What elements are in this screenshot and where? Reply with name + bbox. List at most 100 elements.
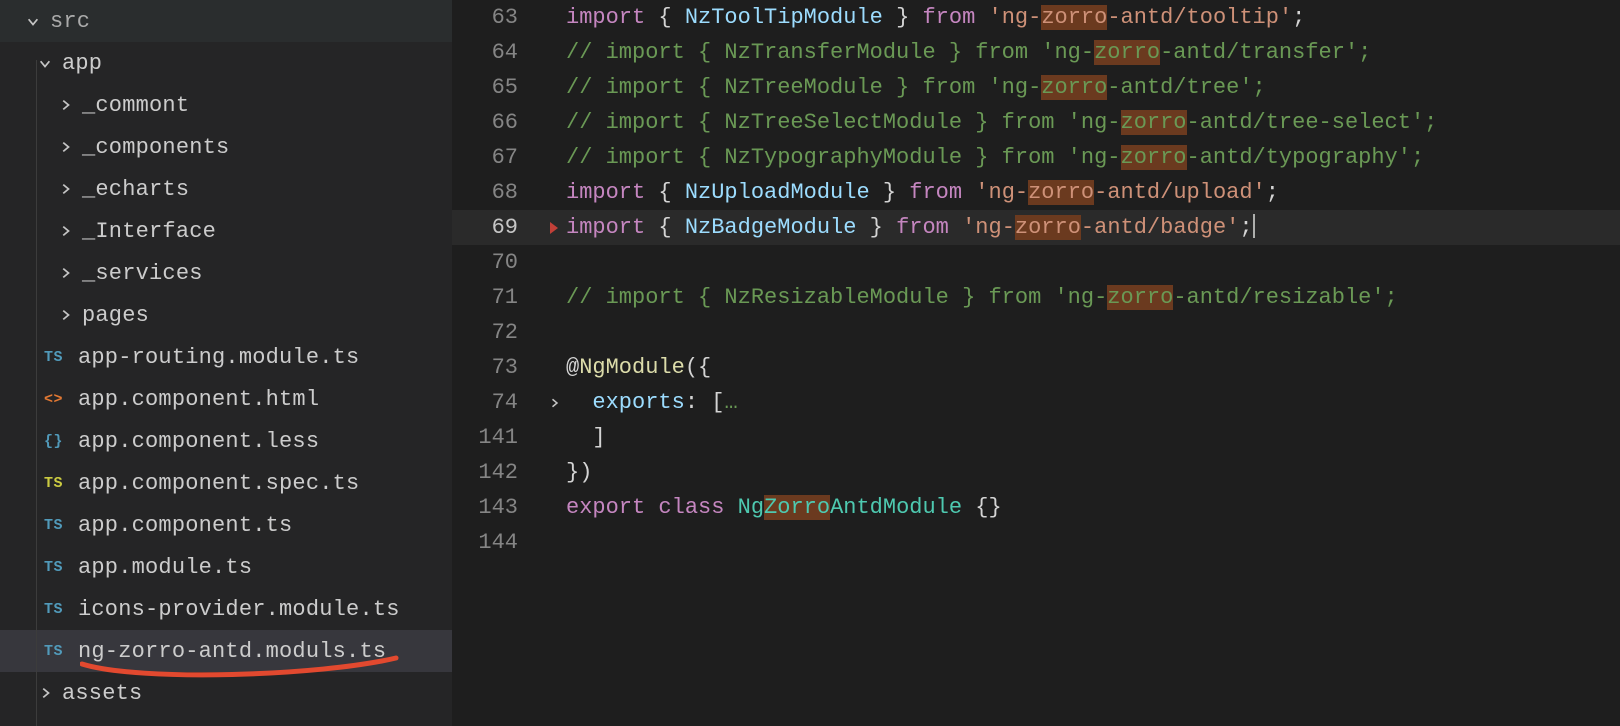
chevron-right-icon: [54, 140, 76, 154]
file-type-icon: TS: [44, 643, 72, 660]
folder-src[interactable]: src: [0, 0, 452, 42]
line-number: 69: [452, 210, 542, 245]
file-app-routing.module.ts[interactable]: TS app-routing.module.ts: [0, 336, 452, 378]
token: -antd/tooltip': [1107, 5, 1292, 30]
token: }: [870, 180, 910, 205]
chevron-down-icon: [26, 10, 40, 32]
code-content[interactable]: ]: [566, 420, 606, 455]
code-content[interactable]: @NgModule({: [566, 350, 711, 385]
code-line[interactable]: 69 import { NzBadgeModule } from 'ng-zorr…: [452, 210, 1620, 245]
token: zorro: [1041, 5, 1107, 30]
file-ng-zorro-antd.moduls.ts[interactable]: TSng-zorro-antd.moduls.ts: [0, 630, 452, 672]
code-line[interactable]: 72: [452, 315, 1620, 350]
code-content[interactable]: import { NzBadgeModule } from 'ng-zorro-…: [566, 210, 1255, 245]
code-content[interactable]: // import { NzTypographyModule } from 'n…: [566, 140, 1424, 175]
folder-label: _Interface: [82, 219, 216, 244]
folder-_commont[interactable]: _commont: [0, 84, 452, 126]
code-line[interactable]: 143export class NgZorroAntdModule {}: [452, 490, 1620, 525]
code-content[interactable]: import { NzToolTipModule } from 'ng-zorr…: [566, 0, 1305, 35]
file-label: icons-provider.module.ts: [78, 597, 400, 622]
line-number: 142: [452, 455, 542, 490]
file-app.component.ts[interactable]: TSapp.component.ts: [0, 504, 452, 546]
folder-label: app: [62, 51, 102, 76]
token: zorro: [1041, 75, 1107, 100]
token: from: [896, 215, 949, 240]
file-type-icon: TS: [44, 475, 72, 492]
token: import: [566, 180, 645, 205]
file-label: app.component.less: [78, 429, 319, 454]
code-content[interactable]: export class NgZorroAntdModule {}: [566, 490, 1002, 525]
folder-_services[interactable]: _services: [0, 252, 452, 294]
code-line[interactable]: 64 // import { NzTransferModule } from 'n…: [452, 35, 1620, 70]
code-content[interactable]: import { NzUploadModule } from 'ng-zorro…: [566, 175, 1279, 210]
file-app.module.ts[interactable]: TSapp.module.ts: [0, 546, 452, 588]
token: NgModule: [579, 355, 685, 380]
code-content[interactable]: // import { NzResizableModule } from 'ng…: [566, 280, 1398, 315]
code-line[interactable]: 66// import { NzTreeSelectModule } from …: [452, 105, 1620, 140]
token: // import { NzResizableModule } from 'ng…: [566, 285, 1107, 310]
folder-_echarts[interactable]: _echarts: [0, 168, 452, 210]
token: Zorro: [764, 495, 830, 520]
code-line[interactable]: 68import { NzUploadModule } from 'ng-zor…: [452, 175, 1620, 210]
chevron-right-icon: [54, 266, 76, 280]
folder-label: _services: [82, 261, 203, 286]
file-label: app.component.ts: [78, 513, 292, 538]
file-explorer[interactable]: src app _commont_components_echarts _Inte…: [0, 0, 452, 726]
code-content[interactable]: }): [566, 455, 592, 490]
token: zorro: [1121, 145, 1187, 170]
code-line[interactable]: 70: [452, 245, 1620, 280]
file-icons-provider.module.ts[interactable]: TSicons-provider.module.ts: [0, 588, 452, 630]
code-content[interactable]: // import { NzTreeSelectModule } from 'n…: [566, 105, 1437, 140]
folder-_Interface[interactable]: _Interface: [0, 210, 452, 252]
token: : [: [685, 390, 725, 415]
folder-_components[interactable]: _components: [0, 126, 452, 168]
token: ;: [1266, 180, 1279, 205]
token: -antd/resizable';: [1173, 285, 1397, 310]
code-content[interactable]: // import { NzTreeModule } from 'ng-zorr…: [566, 70, 1266, 105]
line-number: 74: [452, 385, 542, 420]
code-line[interactable]: 71 // import { NzResizableModule } from '…: [452, 280, 1620, 315]
token: [975, 5, 988, 30]
token: }: [856, 215, 896, 240]
file-app.component.less[interactable]: {} app.component.less: [0, 420, 452, 462]
token: [949, 215, 962, 240]
code-line[interactable]: 74 exports: […: [452, 385, 1620, 420]
token: }): [566, 460, 592, 485]
code-line[interactable]: 67// import { NzTypographyModule } from …: [452, 140, 1620, 175]
chevron-right-icon: [34, 686, 56, 700]
code-content[interactable]: // import { NzTransferModule } from 'ng-…: [566, 35, 1371, 70]
code-line[interactable]: 144: [452, 525, 1620, 560]
chevron-down-icon: [38, 52, 52, 74]
file-app.component.html[interactable]: <>app.component.html: [0, 378, 452, 420]
code-line[interactable]: 65// import { NzTreeModule } from 'ng-zo…: [452, 70, 1620, 105]
code-editor[interactable]: 63import { NzToolTipModule } from 'ng-zo…: [452, 0, 1620, 726]
code-line[interactable]: 63import { NzToolTipModule } from 'ng-zo…: [452, 0, 1620, 35]
code-line[interactable]: 73@NgModule({: [452, 350, 1620, 385]
chevron-right-icon: [54, 224, 76, 238]
code-line[interactable]: 141 ]: [452, 420, 1620, 455]
token: class: [658, 495, 724, 520]
folder-app[interactable]: app: [0, 42, 452, 84]
token: -antd/upload': [1094, 180, 1266, 205]
code-line[interactable]: 142}): [452, 455, 1620, 490]
file-label: app-routing.module.ts: [78, 345, 359, 370]
folder-pages[interactable]: pages: [0, 294, 452, 336]
file-type-icon: TS: [44, 559, 72, 576]
token: AntdModule: [830, 495, 962, 520]
file-type-icon: TS: [44, 349, 72, 366]
text-cursor: [1253, 214, 1255, 238]
code-content[interactable]: exports: […: [566, 385, 738, 420]
line-number: 72: [452, 315, 542, 350]
line-number: 70: [452, 245, 542, 280]
folder-assets[interactable]: assets: [0, 672, 452, 714]
error-marker-icon: [542, 222, 566, 234]
token: zorro: [1107, 285, 1173, 310]
token: -antd/badge': [1081, 215, 1239, 240]
file-app.component.spec.ts[interactable]: TSapp.component.spec.ts: [0, 462, 452, 504]
file-type-icon: {}: [44, 433, 72, 450]
line-number: 64: [452, 35, 542, 70]
token: -antd/tree';: [1107, 75, 1265, 100]
token: exports: [592, 390, 684, 415]
chevron-right-icon: [54, 308, 76, 322]
line-number: 71: [452, 280, 542, 315]
